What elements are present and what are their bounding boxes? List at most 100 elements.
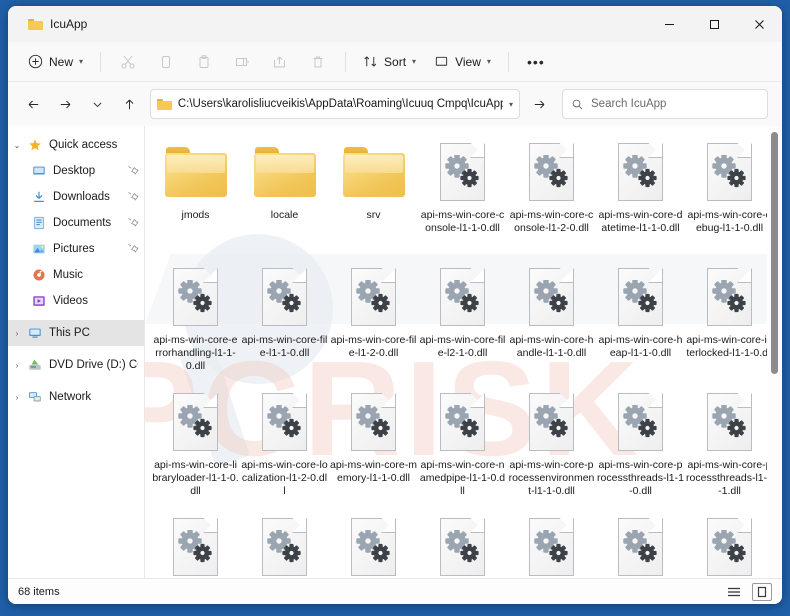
sidebar-item-documents[interactable]: Documents xyxy=(8,210,144,236)
dll-file-icon xyxy=(707,268,752,326)
rename-button[interactable] xyxy=(224,47,260,77)
vertical-scrollbar[interactable] xyxy=(767,126,782,578)
window-tab[interactable]: IcuApp xyxy=(20,13,95,35)
back-button[interactable] xyxy=(18,89,48,119)
file-item[interactable]: api-ms-win-core-libraryloader-l1-1-0.dll xyxy=(151,382,240,507)
network-icon xyxy=(26,390,44,404)
navigation-pane[interactable]: ⌄ Quick access Desktop Downloads Documents Pi… xyxy=(8,126,145,578)
file-item[interactable]: api-ms-win-core-errorhandling-l1-1-0.dll xyxy=(151,257,240,382)
item-icon-wrapper xyxy=(173,261,218,333)
view-button[interactable]: View ▾ xyxy=(426,47,499,77)
file-item[interactable]: api-ms-win-core-localization-l1-2-0.dll xyxy=(240,382,329,507)
file-item[interactable]: api-ms-win-core-processenvironment-l1-1-… xyxy=(507,382,596,507)
item-icon-wrapper xyxy=(529,511,574,578)
sidebar-item-quick-access[interactable]: ⌄ Quick access xyxy=(8,132,144,158)
file-item[interactable]: api-ms-win-core-synch-l1-1-0.dll xyxy=(507,507,596,578)
chevron-right-icon[interactable]: › xyxy=(8,393,26,402)
sidebar-item-this-pc[interactable]: › This PC xyxy=(8,320,144,346)
file-item[interactable]: api-ms-win-core-processthreads-l1-1-0.dl… xyxy=(596,382,685,507)
file-item[interactable]: api-ms-win-core-handle-l1-1-0.dll xyxy=(507,257,596,382)
sidebar-item-network[interactable]: › Network xyxy=(8,384,144,410)
go-button[interactable] xyxy=(524,89,554,119)
dll-file-icon xyxy=(529,268,574,326)
sidebar-item-label: Quick access xyxy=(49,139,118,151)
item-label: api-ms-win-core-localization-l1-2-0.dll xyxy=(241,459,328,497)
chevron-down-icon[interactable]: ⌄ xyxy=(8,141,26,150)
file-item[interactable]: api-ms-win-core-interlocked-l1-1-0.dll xyxy=(685,257,774,382)
sort-button[interactable]: Sort ▾ xyxy=(355,47,424,77)
sidebar-item-downloads[interactable]: Downloads xyxy=(8,184,144,210)
scrollbar-thumb[interactable] xyxy=(771,132,778,374)
toolbar-divider-3 xyxy=(507,51,509,72)
minimize-button[interactable] xyxy=(647,6,692,42)
pin-icon[interactable] xyxy=(124,188,141,206)
file-item[interactable]: api-ms-win-core-datetime-l1-1-0.dll xyxy=(596,132,685,257)
maximize-button[interactable] xyxy=(692,6,737,42)
item-label: api-ms-win-core-errorhandling-l1-1-0.dll xyxy=(153,334,238,372)
forward-button[interactable] xyxy=(50,89,80,119)
new-button[interactable]: New ▾ xyxy=(20,47,91,77)
folder-item[interactable]: jmods xyxy=(151,132,240,257)
details-view-button[interactable] xyxy=(724,583,744,601)
sidebar-item-pictures[interactable]: Pictures xyxy=(8,236,144,262)
file-item[interactable]: api-ms-win-core-debug-l1-1-0.dll xyxy=(685,132,774,257)
large-icons-view-button[interactable] xyxy=(752,582,772,601)
folder-item[interactable]: locale xyxy=(240,132,329,257)
paste-button[interactable] xyxy=(186,47,222,77)
pin-icon[interactable] xyxy=(124,162,141,180)
file-item[interactable]: api-ms-win-core-string-l1-1-0.dll xyxy=(329,507,418,578)
gears-icon xyxy=(712,405,746,438)
share-button[interactable] xyxy=(262,47,298,77)
chevron-right-icon[interactable]: › xyxy=(8,329,26,338)
file-item[interactable]: api-ms-win-core-file-l1-2-0.dll xyxy=(329,257,418,382)
cut-button[interactable] xyxy=(110,47,146,77)
file-item[interactable]: api-ms-win-core-heap-l1-1-0.dll xyxy=(596,257,685,382)
pin-icon[interactable] xyxy=(124,240,141,258)
chevron-right-icon[interactable]: › xyxy=(8,361,26,370)
dll-file-icon xyxy=(440,268,485,326)
pin-icon[interactable] xyxy=(124,214,141,232)
more-options-button[interactable]: ••• xyxy=(518,47,554,77)
delete-button[interactable] xyxy=(300,47,336,77)
music-icon xyxy=(30,268,48,282)
item-count-label: 68 items xyxy=(18,585,60,598)
sidebar-item-videos[interactable]: Videos xyxy=(8,288,144,314)
desktop-icon xyxy=(30,164,48,178)
file-item[interactable]: api-ms-win-core-processthreads-l1-1-1.dl… xyxy=(685,382,774,507)
file-item[interactable]: api-ms-win-core-console-l1-1-0.dll xyxy=(418,132,507,257)
sidebar-item-music[interactable]: Music xyxy=(8,262,144,288)
file-item[interactable]: api-ms-win-core-profile-l1-1-0.dll xyxy=(151,507,240,578)
gears-icon xyxy=(445,530,479,563)
search-box[interactable]: Search IcuApp xyxy=(562,89,768,119)
toolbar-divider xyxy=(100,51,102,72)
gears-icon xyxy=(534,530,568,563)
folder-item[interactable]: srv xyxy=(329,132,418,257)
file-item[interactable]: api-ms-win-core-synch-l1-1-0.dll xyxy=(418,507,507,578)
sort-button-label: Sort xyxy=(384,54,407,69)
address-dropdown-icon[interactable]: ▾ xyxy=(509,100,513,109)
dll-file-icon xyxy=(618,268,663,326)
file-item[interactable]: api-ms-win-core-console-l1-2-0.dll xyxy=(507,132,596,257)
documents-icon xyxy=(30,216,48,230)
recent-locations-button[interactable] xyxy=(82,89,112,119)
close-button[interactable] xyxy=(737,6,782,42)
file-item[interactable]: api-ms-win-core-rtlsupport-l1-1-0.dll xyxy=(240,507,329,578)
file-item[interactable]: api-ms-win-core-file-l2-1-0.dll xyxy=(418,257,507,382)
sidebar-item-dvd-drive-d-cccc[interactable]: › DVD Drive (D:) CCCC xyxy=(8,352,144,378)
gears-icon xyxy=(712,530,746,563)
file-item[interactable]: api-ms-win-core-file-l1-1-0.dll xyxy=(240,257,329,382)
sidebar-item-desktop[interactable]: Desktop xyxy=(8,158,144,184)
dll-file-icon xyxy=(440,143,485,201)
up-button[interactable] xyxy=(114,89,144,119)
file-item[interactable]: api-ms-win-core-synch-l1-2-0.dll xyxy=(596,507,685,578)
paste-icon xyxy=(199,54,209,68)
address-bar[interactable]: C:\Users\karolisliucveikis\AppData\Roami… xyxy=(150,89,520,119)
file-list-view[interactable]: jmods locale srv api-ms-win-core-console-l1… xyxy=(145,126,782,578)
item-icon-wrapper xyxy=(618,261,663,333)
gears-icon xyxy=(178,405,212,438)
dll-file-icon xyxy=(262,268,307,326)
file-item[interactable]: api-ms-win-core-sysinfo-l1-1-0.dll xyxy=(685,507,774,578)
file-item[interactable]: api-ms-win-core-memory-l1-1-0.dll xyxy=(329,382,418,507)
copy-button[interactable] xyxy=(148,47,184,77)
file-item[interactable]: api-ms-win-core-namedpipe-l1-1-0.dll xyxy=(418,382,507,507)
